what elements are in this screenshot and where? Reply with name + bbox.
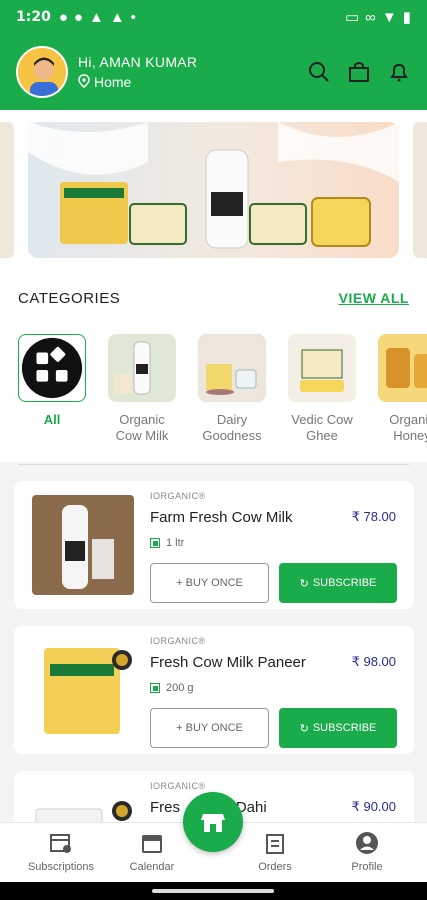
app-header: Hi, AMAN KUMAR Home: [0, 34, 427, 110]
status-bar: 1:20 ● ● ▲ ▲ • ▭ ∞ ▼ ▮: [0, 0, 427, 34]
category-label: Organic Cow Milk: [115, 412, 169, 443]
nav-label: Subscriptions: [27, 861, 95, 873]
category-organic-cow-milk[interactable]: Organic Cow Milk: [106, 334, 178, 444]
promo-banner[interactable]: [28, 122, 399, 258]
veg-indicator-icon: [150, 538, 160, 548]
product-quantity: 1 ltr: [150, 537, 184, 549]
product-price: ₹ 90.00: [351, 799, 396, 814]
dot-icon: •: [130, 8, 136, 26]
location-selector[interactable]: Home: [78, 73, 197, 91]
quantity-label: 200 g: [166, 682, 194, 694]
category-organic-honey[interactable]: Organic Honey: [376, 334, 427, 444]
store-icon: [201, 814, 225, 832]
subscribe-label: SUBSCRIBE: [312, 577, 377, 589]
grid-categories-icon: [21, 337, 83, 399]
location-label: Home: [94, 74, 132, 90]
avatar[interactable]: [16, 46, 68, 98]
view-all-link[interactable]: VIEW ALL: [339, 290, 409, 306]
shop-fab-button[interactable]: [183, 792, 243, 852]
product-title[interactable]: Fresh Cow Milk Paneer: [150, 654, 306, 671]
refresh-icon: ↻: [299, 722, 309, 735]
subscriptions-calendar-icon: [49, 831, 73, 855]
refresh-icon: ↻: [299, 577, 309, 590]
category-label: All: [43, 412, 61, 427]
quantity-label: 1 ltr: [166, 537, 185, 549]
category-dairy-goodness[interactable]: Dairy Goodness: [196, 334, 268, 444]
next-banner-peek: [413, 122, 427, 258]
product-image[interactable]: [32, 640, 134, 740]
category-label: Dairy Goodness: [202, 412, 262, 443]
product-card[interactable]: IORGANIC® Farm Fresh Cow Milk ₹ 78.00 1 …: [14, 481, 414, 609]
link-icon: ∞: [365, 8, 376, 26]
orders-icon: [263, 831, 287, 855]
product-brand: IORGANIC®: [150, 636, 206, 646]
android-icon: ▲: [109, 8, 125, 26]
calendar-icon: [140, 831, 164, 855]
wifi-icon: ▼: [381, 8, 397, 26]
promo-carousel[interactable]: [0, 110, 427, 270]
product-brand: IORGANIC®: [150, 781, 206, 791]
product-card[interactable]: IORGANIC® Fresh Cow Milk Paneer ₹ 98.00 …: [14, 626, 414, 754]
subscribe-label: SUBSCRIBE: [312, 722, 377, 734]
product-image[interactable]: [32, 495, 134, 595]
app-notification-icon: ●: [73, 8, 83, 26]
cast-icon: ▭: [344, 9, 360, 26]
category-vedic-cow-ghee[interactable]: Vedic Cow Ghee: [286, 334, 358, 444]
battery-icon: ▮: [402, 9, 411, 26]
section-title: CATEGORIES: [18, 290, 121, 307]
location-pin-icon: [78, 73, 90, 91]
app-notification-icon: ●: [58, 8, 68, 26]
category-label: Vedic Cow Ghee: [291, 412, 353, 443]
status-time: 1:20: [16, 9, 51, 25]
subscribe-button[interactable]: ↻ SUBSCRIBE: [279, 708, 397, 748]
product-brand: IORGANIC®: [150, 491, 206, 501]
product-price: ₹ 78.00: [351, 509, 396, 524]
product-price: ₹ 98.00: [351, 654, 396, 669]
profile-icon: [355, 831, 379, 855]
product-title[interactable]: Farm Fresh Cow Milk: [150, 509, 293, 526]
buy-once-button[interactable]: + BUY ONCE: [150, 563, 269, 603]
nav-subscriptions[interactable]: Subscriptions: [16, 831, 106, 873]
prev-banner-peek: [0, 122, 14, 258]
user-greeting: Hi, AMAN KUMAR: [78, 53, 198, 70]
android-icon: ▲: [88, 8, 104, 26]
veg-indicator-icon: [150, 683, 160, 693]
category-label: Organic Honey: [389, 412, 427, 443]
nav-label: Orders: [258, 861, 292, 873]
categories-section: CATEGORIES VIEW ALL All Organic Cow Milk…: [0, 270, 427, 465]
buy-once-label: + BUY ONCE: [176, 577, 243, 589]
nav-calendar[interactable]: Calendar: [107, 831, 197, 873]
cart-bag-icon[interactable]: [347, 60, 371, 84]
buy-once-button[interactable]: + BUY ONCE: [150, 708, 269, 748]
search-icon[interactable]: [307, 60, 331, 84]
nav-label: Calendar: [129, 861, 175, 873]
system-navigation-bar: [0, 882, 427, 900]
nav-orders[interactable]: Orders: [230, 831, 320, 873]
nav-label: Profile: [351, 861, 383, 873]
section-divider: [18, 464, 409, 465]
home-gesture-pill[interactable]: [152, 889, 274, 893]
product-quantity: 200 g: [150, 682, 194, 694]
category-all[interactable]: All: [16, 334, 88, 428]
notification-bell-icon[interactable]: [387, 60, 411, 84]
buy-once-label: + BUY ONCE: [176, 722, 243, 734]
nav-profile[interactable]: Profile: [322, 831, 412, 873]
subscribe-button[interactable]: ↻ SUBSCRIBE: [279, 563, 397, 603]
